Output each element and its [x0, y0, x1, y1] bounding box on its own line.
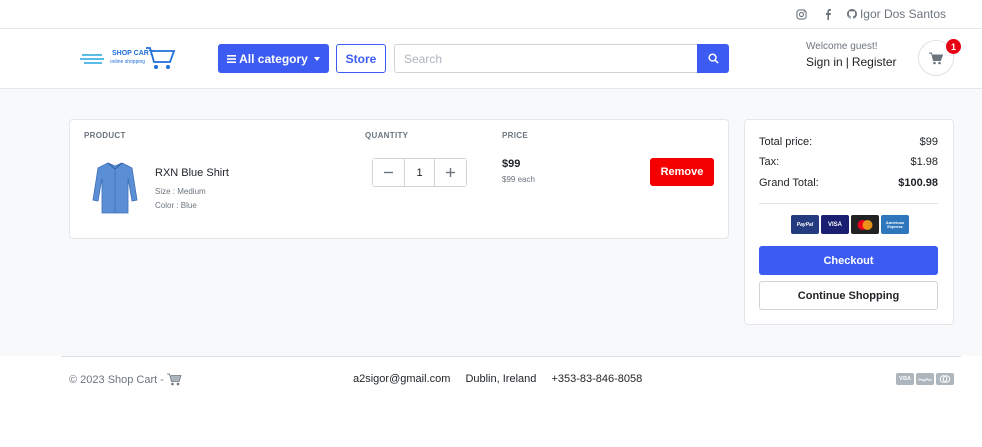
main-content: PRODUCT QUANTITY PRICE RXN Blue Shirt Si…	[0, 89, 982, 356]
footer: © 2023 Shop Cart - a2sigor@gmail.com Dub…	[0, 356, 982, 447]
tax-label: Tax:	[759, 156, 780, 168]
product-color: Color : Blue	[155, 201, 197, 210]
paypal-icon: PayPal	[916, 373, 934, 385]
grand-total-label: Grand Total:	[759, 177, 819, 189]
price-header: PRICE	[502, 131, 528, 140]
category-label: All category	[239, 51, 308, 66]
item-price: $99	[502, 158, 521, 170]
cart-emoji-icon	[166, 373, 182, 386]
instagram-icon[interactable]	[795, 7, 809, 21]
visa-icon: VISA	[821, 215, 849, 234]
amex-icon: American Express	[881, 215, 909, 234]
welcome-text: Welcome guest!	[806, 41, 878, 52]
tax-row: Tax: $1.98	[759, 156, 938, 168]
facebook-icon[interactable]	[821, 7, 835, 21]
remove-button[interactable]: Remove	[650, 158, 714, 186]
contact-info: a2sigor@gmail.com Dublin, Ireland +353-8…	[353, 373, 654, 385]
total-price-value: $99	[919, 136, 938, 148]
github-username: Igor Dos Santos	[859, 7, 946, 21]
quantity-value[interactable]: 1	[404, 159, 435, 186]
item-unit-price: $99 each	[502, 175, 535, 184]
checkout-button[interactable]: Checkout	[759, 246, 938, 275]
continue-shopping-button[interactable]: Continue Shopping	[759, 281, 938, 310]
footer-payment-icons: VISA PayPal	[896, 373, 954, 385]
caret-down-icon	[313, 56, 320, 61]
sign-in-link[interactable]: Sign in	[806, 55, 843, 69]
tax-value: $1.98	[910, 156, 938, 168]
product-image	[92, 162, 138, 214]
grand-total-value: $100.98	[898, 177, 938, 189]
divider	[759, 203, 938, 204]
quantity-stepper: 1	[372, 158, 467, 187]
quantity-header: QUANTITY	[365, 131, 409, 140]
total-price-row: Total price: $99	[759, 136, 938, 148]
visa-icon: VISA	[896, 373, 914, 385]
search-icon	[707, 53, 719, 64]
footer-location: Dublin, Ireland	[465, 373, 537, 385]
payment-methods: PayPal VISA American Express	[791, 215, 909, 234]
decrement-button[interactable]	[373, 159, 404, 186]
header: SHOP CART online shopping All category S…	[0, 29, 982, 89]
github-link[interactable]: Igor Dos Santos	[846, 7, 946, 21]
top-bar: Igor Dos Santos	[0, 0, 982, 29]
auth-links: Sign in | Register	[806, 55, 897, 69]
product-name[interactable]: RXN Blue Shirt	[155, 167, 229, 179]
product-size: Size : Medium	[155, 187, 206, 196]
cart-icon	[929, 52, 943, 64]
total-price-label: Total price:	[759, 136, 813, 148]
logo-subtext: online shopping	[110, 59, 145, 65]
mastercard-icon	[936, 373, 954, 385]
footer-phone[interactable]: +353-83-846-8058	[551, 373, 642, 385]
search-input[interactable]	[394, 44, 698, 73]
copyright: © 2023 Shop Cart -	[69, 373, 182, 386]
footer-email[interactable]: a2sigor@gmail.com	[353, 373, 450, 385]
all-category-dropdown[interactable]: All category	[218, 44, 329, 73]
grand-total-row: Grand Total: $100.98	[759, 177, 938, 189]
mastercard-icon	[851, 215, 879, 234]
cart-count-badge: 1	[946, 39, 961, 54]
increment-button[interactable]	[435, 159, 466, 186]
paypal-icon: PayPal	[791, 215, 819, 234]
store-button[interactable]: Store	[336, 44, 386, 73]
minus-icon	[384, 171, 393, 174]
copyright-text: © 2023 Shop Cart -	[69, 373, 164, 386]
menu-icon	[227, 54, 237, 63]
product-header: PRODUCT	[84, 131, 126, 140]
order-summary: Total price: $99 Tax: $1.98 Grand Total:…	[744, 119, 954, 325]
logo-text: SHOP CART	[112, 50, 154, 57]
footer-divider	[61, 356, 961, 357]
shop-cart-logo[interactable]: SHOP CART online shopping	[80, 43, 180, 75]
cart-table: PRODUCT QUANTITY PRICE RXN Blue Shirt Si…	[69, 119, 729, 239]
search-button[interactable]	[697, 44, 729, 73]
register-link[interactable]: Register	[852, 55, 897, 69]
plus-icon	[446, 168, 455, 177]
github-icon	[846, 9, 857, 19]
